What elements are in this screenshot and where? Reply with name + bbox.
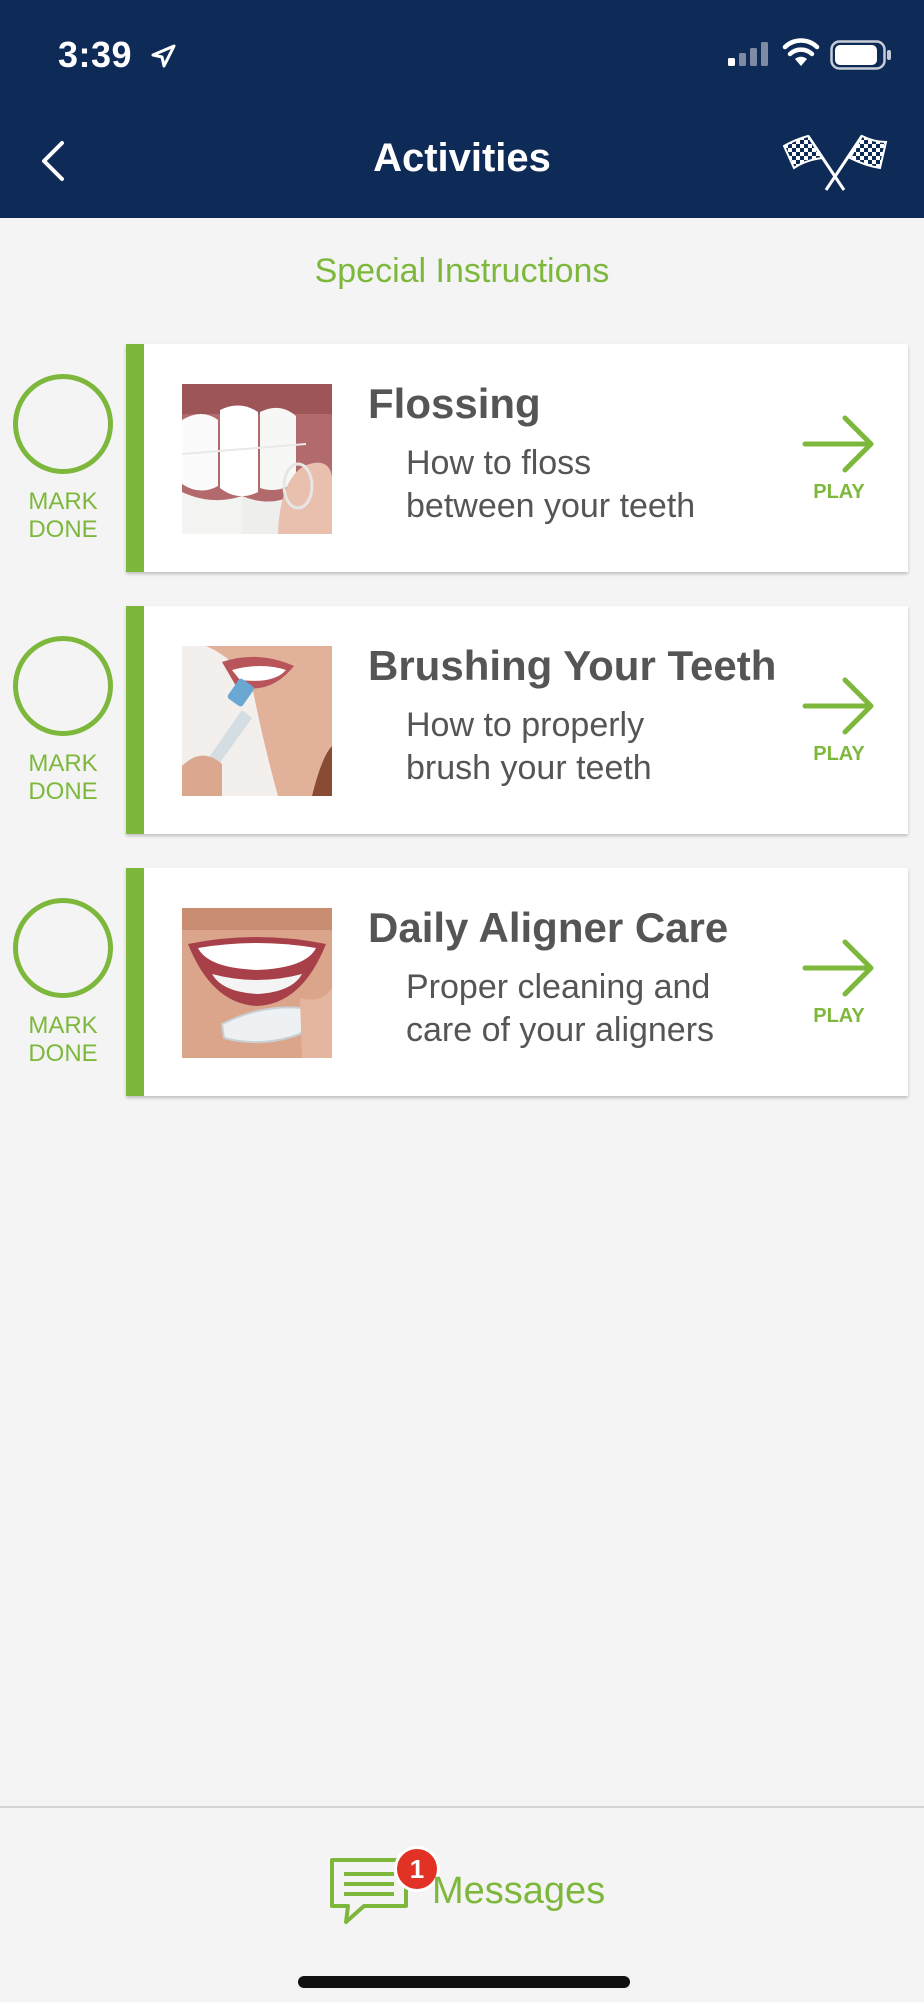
- mark-label-line1: MARK: [28, 1012, 98, 1039]
- messages-label: Messages: [432, 1870, 606, 1912]
- messages-button[interactable]: 1 Messages: [328, 1846, 618, 1926]
- activity-card[interactable]: Flossing How to floss between your teeth…: [126, 344, 908, 572]
- activity-desc-line1: How to properly: [406, 706, 645, 744]
- mark-done-circle-icon: [13, 374, 113, 474]
- mark-done-button[interactable]: MARK DONE: [10, 898, 116, 1088]
- activity-title: Brushing Your Teeth: [368, 642, 777, 689]
- bottom-bar: 1 Messages: [0, 1806, 924, 2002]
- arrow-right-icon: [802, 677, 874, 735]
- checkered-flags-icon[interactable]: [780, 128, 890, 194]
- mark-done-button[interactable]: MARK DONE: [10, 636, 116, 826]
- section-title: Special Instructions: [314, 252, 610, 290]
- nav-header: 3:39 Activities: [0, 0, 924, 218]
- battery-icon: [830, 40, 891, 70]
- home-indicator: [298, 1976, 630, 1988]
- activity-desc-line2: brush your teeth: [406, 749, 652, 787]
- activity-card[interactable]: Brushing Your Teeth How to properly brus…: [126, 606, 908, 834]
- activity-description: How to properly brush your teeth: [406, 704, 746, 790]
- mark-done-circle-icon: [13, 636, 113, 736]
- activity-title: Flossing: [368, 380, 541, 427]
- wifi-icon: [782, 38, 820, 66]
- status-time: 3:39: [58, 34, 133, 75]
- mark-label-line2: DONE: [28, 778, 98, 805]
- mark-done-circle-icon: [13, 898, 113, 998]
- brushing-thumbnail: [182, 646, 332, 796]
- activity-row-aligner-care: MARK DONE Daily Aligner Care Proper clea…: [0, 868, 924, 1100]
- mark-label-line2: DONE: [28, 516, 98, 543]
- play-button[interactable]: PLAY: [794, 938, 884, 1028]
- play-button[interactable]: PLAY: [794, 676, 884, 766]
- activity-desc-line2: care of your aligners: [406, 1011, 715, 1049]
- mark-label-line1: MARK: [28, 750, 98, 777]
- mark-done-button[interactable]: MARK DONE: [10, 374, 116, 564]
- play-button[interactable]: PLAY: [794, 414, 884, 504]
- play-label: PLAY: [813, 1005, 865, 1027]
- arrow-right-icon: [802, 939, 874, 997]
- aligner-care-thumbnail: [182, 908, 332, 1058]
- play-label: PLAY: [813, 743, 865, 765]
- activity-title: Daily Aligner Care: [368, 904, 729, 951]
- activity-desc-line1: How to floss: [406, 444, 592, 482]
- activity-row-brushing: MARK DONE Brushing Your Teeth How to pro…: [0, 606, 924, 838]
- flossing-thumbnail: [182, 384, 332, 534]
- location-arrow-icon: [151, 44, 176, 68]
- play-label: PLAY: [813, 481, 865, 503]
- cellular-signal-icon: [728, 42, 768, 66]
- arrow-right-icon: [802, 415, 874, 473]
- mark-label-line1: MARK: [28, 488, 98, 515]
- activity-description: Proper cleaning and care of your aligner…: [406, 966, 746, 1052]
- activity-row-flossing: MARK DONE Flossing How to floss between …: [0, 344, 924, 576]
- activity-card[interactable]: Daily Aligner Care Proper cleaning and c…: [126, 868, 908, 1096]
- mark-label-line2: DONE: [28, 1040, 98, 1067]
- activity-desc-line2: between your teeth: [406, 487, 696, 525]
- activity-description: How to floss between your teeth: [406, 442, 746, 528]
- activity-desc-line1: Proper cleaning and: [406, 968, 711, 1006]
